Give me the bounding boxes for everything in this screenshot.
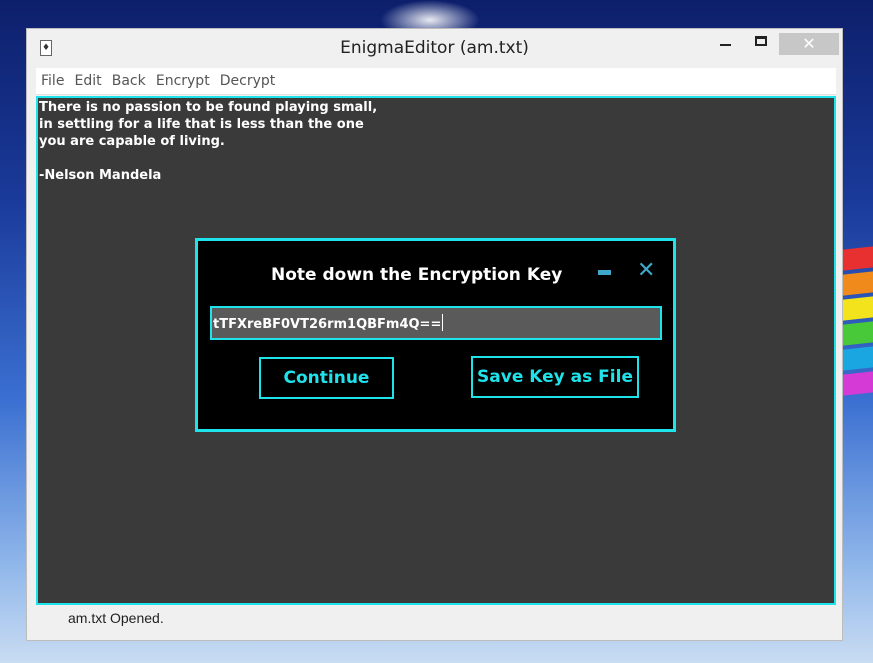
encryption-key-dialog: Note down the Encryption Key ✕ tTFXreBF0… (195, 238, 676, 432)
editor-line: in settling for a life that is less than… (39, 117, 364, 132)
status-bar: am.txt Opened. (36, 606, 836, 632)
continue-button[interactable]: Continue (259, 357, 394, 399)
minimize-button[interactable] (715, 33, 737, 55)
dialog-title: Note down the Encryption Key (271, 265, 563, 285)
maximize-button[interactable] (751, 33, 773, 55)
menu-edit[interactable]: Edit (75, 68, 102, 94)
menu-file[interactable]: File (41, 68, 64, 94)
close-icon: ✕ (802, 34, 816, 53)
minimize-icon (720, 44, 731, 46)
editor-line: -Nelson Mandela (39, 168, 162, 183)
editor-content[interactable]: There is no passion to be found playing … (39, 99, 377, 184)
status-text: am.txt Opened. (68, 610, 164, 626)
text-caret (442, 314, 444, 331)
encryption-key-value: tTFXreBF0VT26rm1QBFm4Q== (213, 317, 442, 332)
menu-decrypt[interactable]: Decrypt (220, 68, 276, 94)
dialog-minimize-icon[interactable] (598, 270, 611, 275)
menu-bar: File Edit Back Encrypt Decrypt (36, 68, 836, 95)
dialog-close-icon[interactable]: ✕ (637, 258, 655, 284)
menu-encrypt[interactable]: Encrypt (156, 68, 210, 94)
encryption-key-field[interactable]: tTFXreBF0VT26rm1QBFm4Q== (210, 306, 662, 340)
title-bar[interactable]: ♦ EnigmaEditor (am.txt) ✕ (27, 29, 842, 67)
menu-back[interactable]: Back (112, 68, 146, 94)
close-button[interactable]: ✕ (779, 33, 839, 55)
editor-line: There is no passion to be found playing … (39, 100, 378, 115)
save-key-as-file-button[interactable]: Save Key as File (471, 356, 639, 398)
desktop-rainbow-stripes (843, 246, 873, 398)
maximize-icon (755, 36, 767, 46)
editor-line: you are capable of living. (39, 134, 225, 149)
